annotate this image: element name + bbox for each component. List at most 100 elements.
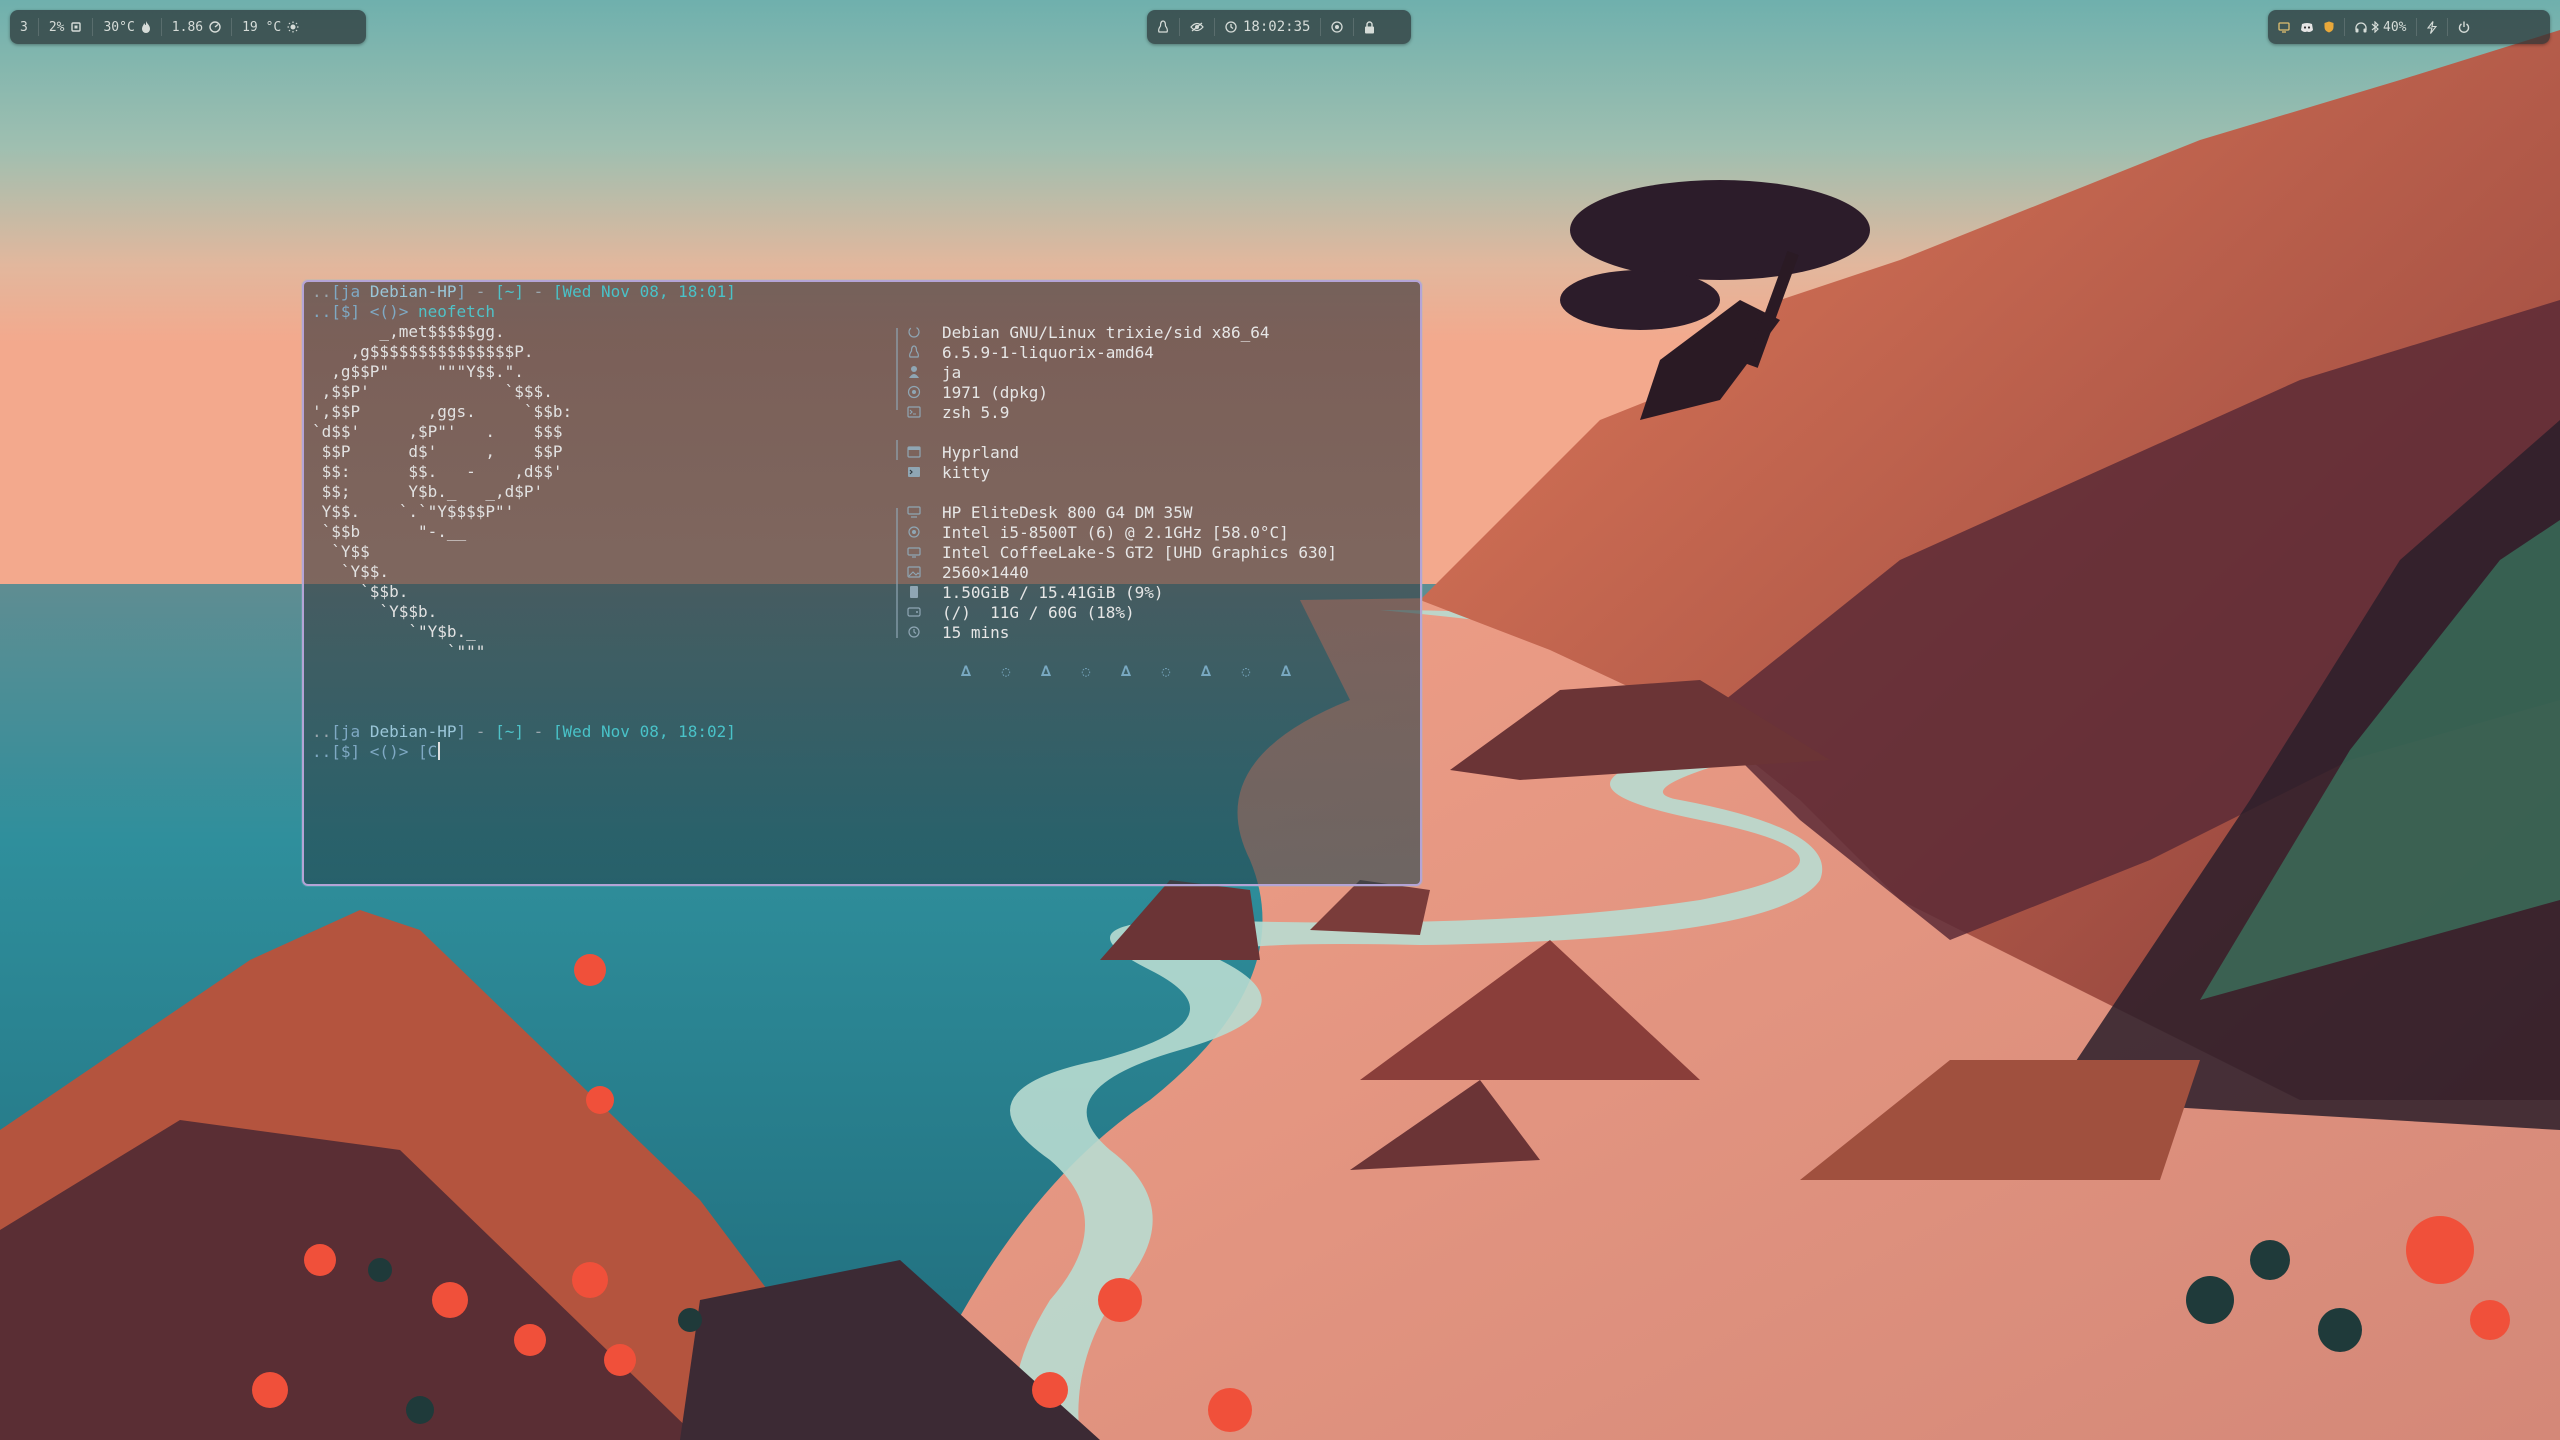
debian-swirl-icon: ◌ — [1161, 664, 1171, 680]
cpu-value: 2% — [48, 19, 65, 35]
disk-icon — [904, 604, 924, 620]
info-wm: Hyprland — [904, 442, 1337, 462]
audio-module[interactable]: 40% — [2345, 10, 2416, 44]
computer-icon — [904, 504, 924, 520]
logo-line: `Y$$. — [312, 562, 390, 581]
cpu-module[interactable]: 2% — [39, 10, 93, 44]
logo-line: Y$$. `.`"Y$$$$P"' — [312, 502, 515, 521]
prompt-symbol: ..[$] <()> — [312, 302, 409, 321]
info-shell: zsh 5.9 — [904, 402, 1337, 422]
record-icon[interactable] — [1321, 10, 1353, 44]
load-module[interactable]: 1.86 — [162, 10, 231, 44]
info-os: Debian GNU/Linux trixie/sid x86_64 — [904, 322, 1337, 342]
flame-icon — [141, 21, 151, 33]
temperature-module[interactable]: 30°C — [93, 10, 160, 44]
logo-line: ',$$P ,ggs. `$$b: — [312, 402, 573, 421]
gpu-icon — [904, 544, 924, 560]
battery-bolt-icon[interactable] — [2417, 10, 2447, 44]
prompt-date: [Wed Nov 08, 18:01] — [552, 282, 736, 301]
logo-line: `$$b "-.__ — [312, 522, 467, 541]
info-cpu: Intel i5-8500T (6) @ 2.1GHz [58.0°C] — [904, 522, 1337, 542]
logo-line: ,g$$$$$$$$$$$$$$$P. — [312, 342, 534, 361]
topbar-center: 18:02:35 — [1147, 10, 1411, 44]
prompt-host: Debian-HP — [369, 722, 457, 741]
headphones-icon — [2355, 21, 2367, 33]
linux-icon: 𝚫 — [1200, 664, 1212, 680]
topbar-right: 40% — [2268, 10, 2550, 44]
lock-icon[interactable] — [1354, 10, 1385, 44]
logo-line: $$: $$. - ,d$$' — [312, 462, 563, 481]
info-kernel: 6.5.9-1-liquorix-amd64 — [904, 342, 1337, 362]
gauge-icon — [209, 21, 221, 33]
discord-icon[interactable] — [2300, 22, 2314, 33]
debian-swirl-icon: ◌ — [1081, 664, 1091, 680]
typed-input[interactable]: [C — [418, 742, 437, 761]
shield-icon[interactable] — [2324, 21, 2334, 33]
info-disk: (/) 11G / 60G (18%) — [904, 602, 1337, 622]
prompt-line: ..[ja Debian-HP] - [~] - [Wed Nov 08, 18… — [312, 282, 736, 301]
linux-icon — [904, 344, 924, 360]
logo-line: `""" — [312, 642, 486, 661]
debian-swirl-icon — [904, 324, 924, 340]
info-gpu: Intel CoffeeLake-S GT2 [UHD Graphics 630… — [904, 542, 1337, 562]
text-cursor — [438, 742, 441, 760]
shell-icon — [904, 404, 924, 420]
prompt-date: [Wed Nov 08, 18:02] — [552, 722, 736, 741]
prompt-user: ja — [340, 282, 361, 301]
info-packages: 1971 (dpkg) — [904, 382, 1337, 402]
command-line: ..[$] <()> neofetch — [312, 302, 495, 322]
weather-value: 19 °C — [242, 19, 282, 35]
temperature-value: 30°C — [103, 19, 135, 35]
logo-line: `Y$$b. — [312, 602, 438, 621]
prompt-line: ..[ja Debian-HP] - [~] - [Wed Nov 08, 18… — [312, 722, 736, 741]
logo-line: _,met$$$$$gg. — [312, 322, 505, 341]
clock-time: 18:02:35 — [1243, 19, 1311, 35]
power-icon[interactable] — [2448, 10, 2480, 44]
info-terminal: kitty — [904, 462, 1337, 482]
terminal-window[interactable]: ..[ja Debian-HP] - [~] - [Wed Nov 08, 18… — [302, 280, 1422, 886]
image-icon — [904, 564, 924, 580]
workspace-indicator[interactable]: 3 — [10, 10, 38, 44]
linux-icon[interactable] — [1147, 10, 1179, 44]
info-user: ja — [904, 362, 1337, 382]
monitor-icon[interactable] — [2278, 21, 2290, 33]
terminal-icon — [904, 464, 924, 480]
logo-line: $$; Y$b._ _,d$P' — [312, 482, 544, 501]
linux-icon: 𝚫 — [1280, 664, 1292, 680]
cpu-icon — [70, 21, 82, 33]
package-icon — [904, 384, 924, 400]
memory-icon — [904, 584, 924, 600]
prompt-symbol: ..[$] <()> — [312, 742, 409, 761]
load-value: 1.86 — [171, 19, 204, 35]
info-memory: 1.50GiB / 15.41GiB (9%) — [904, 582, 1337, 602]
linux-icon: 𝚫 — [1120, 664, 1132, 680]
info-resolution: 2560×1440 — [904, 562, 1337, 582]
system-info: Debian GNU/Linux trixie/sid x86_64 6.5.9… — [904, 322, 1337, 642]
clock-icon — [1225, 21, 1237, 33]
clock-module[interactable]: 18:02:35 — [1215, 10, 1320, 44]
prompt-host: Debian-HP — [369, 282, 457, 301]
input-line[interactable]: ..[$] <()> [C — [312, 742, 441, 762]
info-host: HP EliteDesk 800 G4 DM 35W — [904, 502, 1337, 522]
tray — [2268, 10, 2344, 44]
command-text: neofetch — [417, 302, 496, 321]
linux-icon: 𝚫 — [960, 664, 972, 680]
volume-value: 40% — [2383, 19, 2407, 35]
weather-module[interactable]: 19 °C — [232, 10, 309, 44]
logo-line: `Y$$ — [312, 542, 370, 561]
debian-swirl-icon: ◌ — [1241, 664, 1251, 680]
eye-icon[interactable] — [1180, 10, 1214, 44]
debian-ascii-logo: _,met$$$$$gg. ,g$$$$$$$$$$$$$$$P. ,g$$P"… — [312, 322, 572, 662]
logo-line: $$P d$' , $$P — [312, 442, 563, 461]
logo-line: ,g$$P" """Y$$.". — [312, 362, 524, 381]
topbar-left: 3 2% 30°C 1.86 19 °C — [10, 10, 366, 44]
cpu-icon — [904, 524, 924, 540]
prompt-user: ja — [340, 722, 361, 741]
logo-line: `"Y$b._ — [312, 622, 476, 641]
logo-line: `$$b. — [312, 582, 409, 601]
linux-icon: 𝚫 — [1040, 664, 1052, 680]
logo-line: `d$$' ,$P"' . $$$ — [312, 422, 563, 441]
window-icon — [904, 444, 924, 460]
info-uptime: 15 mins — [904, 622, 1337, 642]
debian-swirl-icon: ◌ — [1001, 664, 1011, 680]
